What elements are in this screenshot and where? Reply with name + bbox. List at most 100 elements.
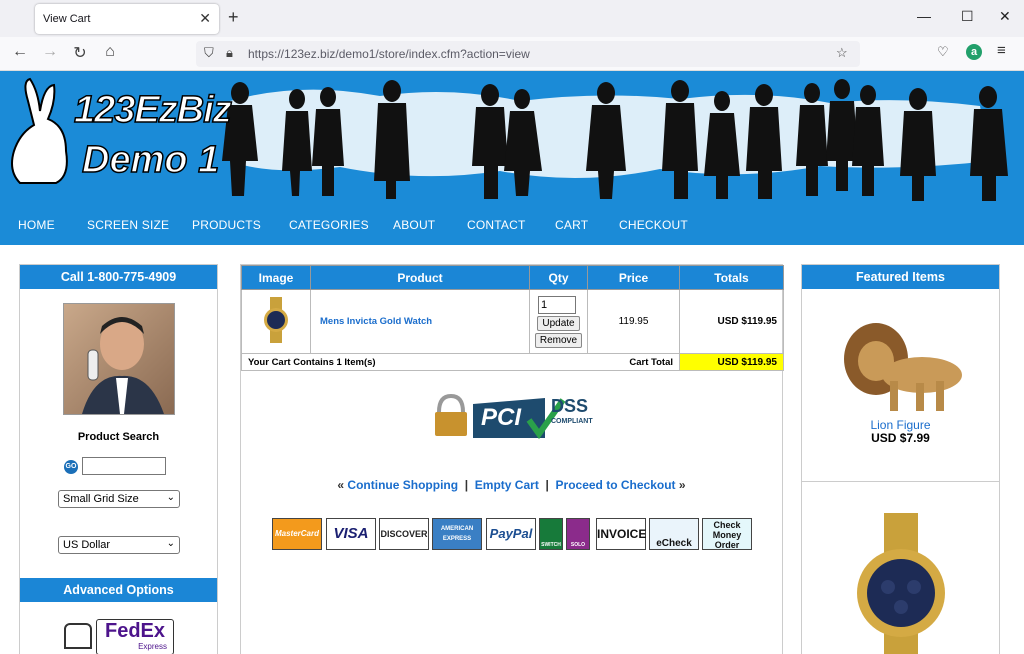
close-tab-icon[interactable]: ✕ — [199, 10, 211, 27]
col-price: Price — [587, 265, 680, 290]
gold-watch-image[interactable] — [856, 513, 946, 654]
amex-badge: AMERICAN EXPRESS — [432, 518, 482, 550]
menu-screen-size[interactable]: SCREEN SIZE — [87, 218, 169, 232]
left-sidebar: Call 1-800-775-4909 Product Search GO Sm… — [19, 264, 218, 654]
reload-icon[interactable]: ↻ — [70, 43, 90, 63]
advanced-options-header: Advanced Options — [20, 578, 217, 602]
currency-value: US Dollar — [63, 539, 111, 551]
left-chevron-icon: « — [337, 478, 345, 492]
fedex-text: FedEx — [104, 620, 166, 642]
forward-icon[interactable]: → — [40, 43, 60, 61]
menu-categories[interactable]: CATEGORIES — [289, 218, 369, 232]
col-qty: Qty — [529, 265, 588, 290]
update-button[interactable]: Update — [537, 315, 580, 331]
pci-badge: PCI DSS COMPLIANT — [433, 390, 603, 440]
truck-icon — [64, 623, 92, 649]
visa-badge: VISA — [326, 518, 376, 550]
chevron-down-icon: ⌄ — [166, 492, 175, 503]
shield-icon[interactable]: ⛉ — [204, 45, 214, 61]
paypal-badge: PayPal — [486, 518, 536, 550]
url-text[interactable]: https://123ez.biz/demo1/store/index.cfm?… — [248, 47, 530, 61]
featured-header: Featured Items — [802, 265, 999, 289]
mastercard-badge: MasterCard — [272, 518, 322, 550]
minimize-icon[interactable]: — — [917, 8, 931, 24]
qty-cell: Update Remove — [529, 289, 588, 354]
menu-cart[interactable]: CART — [555, 218, 588, 232]
featured-item-price: USD $7.99 — [871, 431, 930, 445]
compliant-text: COMPLIANT — [551, 418, 593, 425]
empty-cart-link[interactable]: Empty Cart — [475, 478, 539, 492]
browser-tab[interactable]: View Cart ✕ — [35, 4, 219, 34]
cart-header-row: Image Product Qty Price Totals — [241, 265, 784, 290]
phone-header: Call 1-800-775-4909 — [20, 265, 217, 289]
grid-size-select[interactable]: Small Grid Size ⌄ — [58, 490, 180, 508]
fedex-sub: Express — [138, 642, 167, 651]
browser-tab-bar: View Cart ✕ + — ☐ ✕ — [0, 0, 1024, 37]
back-icon[interactable]: ← — [10, 43, 30, 61]
link-separator: | — [542, 478, 553, 492]
lion-figure-image[interactable] — [836, 315, 966, 415]
product-name-link[interactable]: Mens Invicta Gold Watch — [310, 289, 530, 354]
cart-total-label: Cart Total — [587, 353, 680, 371]
featured-divider — [802, 481, 999, 482]
cart-panel: Image Product Qty Price Totals Mens Invi… — [240, 264, 784, 654]
echeck-badge: eCheck — [649, 518, 699, 550]
discover-badge: DISCOVER — [379, 518, 429, 550]
remove-button[interactable]: Remove — [534, 332, 583, 348]
invoice-badge: INVOICE — [596, 518, 646, 550]
new-tab-icon[interactable]: + — [228, 7, 239, 28]
home-icon[interactable]: ⌂ — [100, 43, 120, 61]
pocket-icon[interactable]: ♡ — [937, 44, 949, 60]
browser-nav-bar: ← → ↻ ⌂ ⛉ 🔒︎ https://123ez.biz/demo1/sto… — [0, 37, 1024, 71]
right-chevron-icon: » — [678, 478, 686, 492]
qty-input[interactable] — [538, 295, 576, 314]
cart-total-value: USD $119.95 — [679, 353, 784, 371]
cart-links: « Continue Shopping | Empty Cart | Proce… — [241, 478, 782, 492]
window-close-icon[interactable]: ✕ — [999, 8, 1011, 25]
web-page: 123EzBiz Demo 1 HOME SCREEN SIZE PRODUCT… — [0, 71, 1024, 654]
total-cell: USD $119.95 — [679, 289, 784, 354]
menu-products[interactable]: PRODUCTS — [192, 218, 261, 232]
solo-badge: SOLO — [566, 518, 590, 550]
chevron-down-icon: ⌄ — [166, 538, 175, 549]
currency-select[interactable]: US Dollar ⌄ — [58, 536, 180, 554]
continue-shopping-link[interactable]: Continue Shopping — [347, 478, 458, 492]
fedex-logo: FedEx Express — [96, 619, 174, 654]
menu-about[interactable]: ABOUT — [393, 218, 435, 232]
link-separator: | — [461, 478, 472, 492]
main-menu: HOME SCREEN SIZE PRODUCTS CATEGORIES ABO… — [0, 207, 1024, 245]
site-logo-line1[interactable]: 123EzBiz — [73, 88, 232, 132]
dss-text: DSS — [551, 396, 589, 416]
cart-summary-row: Your Cart Contains 1 Item(s) Cart Total … — [241, 353, 784, 371]
menu-icon[interactable]: ≡ — [997, 42, 1006, 59]
cart-table: Image Product Qty Price Totals Mens Invi… — [241, 265, 784, 371]
extension-icon[interactable]: a — [966, 44, 982, 60]
featured-item-name[interactable]: Lion Figure — [802, 418, 999, 432]
bookmark-star-icon[interactable]: ☆ — [836, 45, 848, 61]
site-logo-line2[interactable]: Demo 1 — [81, 138, 220, 182]
col-product: Product — [310, 265, 530, 290]
search-input[interactable] — [82, 457, 166, 475]
switch-badge: SWITCH — [539, 518, 563, 550]
cart-item-count: Your Cart Contains 1 Item(s) — [241, 353, 588, 371]
grid-size-value: Small Grid Size — [63, 493, 139, 505]
tab-title: View Cart — [43, 13, 91, 25]
product-search-label: Product Search — [77, 431, 160, 443]
price-cell: 119.95 — [587, 289, 680, 354]
product-image-cell — [241, 289, 311, 354]
site-banner: 123EzBiz Demo 1 — [0, 71, 1024, 207]
maximize-icon[interactable]: ☐ — [961, 8, 974, 25]
lock-icon[interactable]: 🔒︎ — [226, 45, 233, 61]
menu-contact[interactable]: CONTACT — [467, 218, 526, 232]
menu-checkout[interactable]: CHECKOUT — [619, 218, 688, 232]
menu-home[interactable]: HOME — [18, 218, 55, 232]
col-image: Image — [241, 265, 311, 290]
proceed-checkout-link[interactable]: Proceed to Checkout — [556, 478, 676, 492]
go-icon[interactable]: GO — [64, 460, 78, 474]
person-photo-graphic — [82, 317, 164, 414]
pci-text: PCI — [481, 404, 522, 431]
check-money-order-badge: Check Money Order — [702, 518, 752, 550]
watch-image[interactable] — [259, 297, 293, 343]
url-bar[interactable]: ⛉ 🔒︎ https://123ez.biz/demo1/store/index… — [196, 41, 860, 67]
col-totals: Totals — [679, 265, 784, 290]
